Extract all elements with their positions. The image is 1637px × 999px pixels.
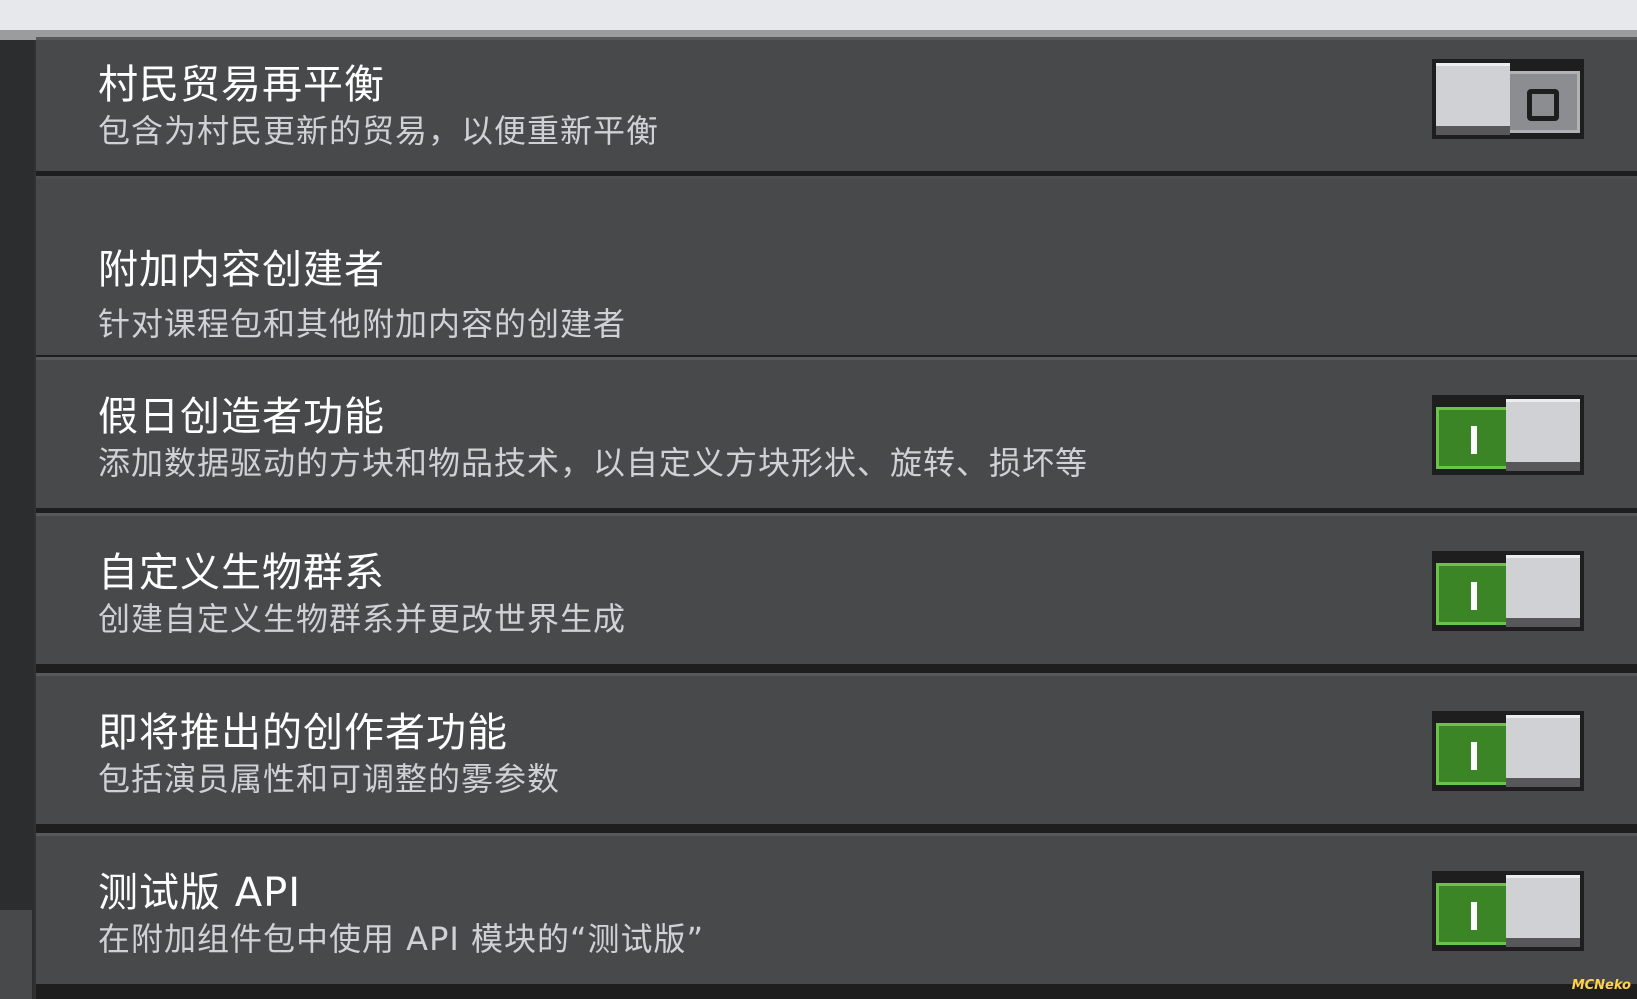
toggle-knob — [1506, 715, 1580, 787]
setting-description: 添加数据驱动的方块和物品技术，以自定义方块形状、旋转、损坏等 — [98, 444, 1089, 482]
toggle-off-icon — [1527, 89, 1559, 121]
top-strip — [0, 0, 1637, 30]
left-rail — [0, 40, 34, 999]
setting-row-holiday-creator-features: 假日创造者功能 添加数据驱动的方块和物品技术，以自定义方块形状、旋转、损坏等 — [36, 357, 1637, 508]
toggle-knob — [1506, 875, 1580, 947]
experimental-settings-list: 村民贸易再平衡 包含为村民更新的贸易，以便重新平衡 附加内容创建者 针对课程包和… — [36, 37, 1637, 999]
toggle-knob — [1436, 63, 1510, 135]
setting-title: 自定义生物群系 — [98, 550, 385, 596]
toggle-track — [1436, 407, 1506, 469]
setting-description: 包括演员属性和可调整的雾参数 — [98, 760, 561, 798]
setting-title: 即将推出的创作者功能 — [98, 710, 508, 756]
setting-row-upcoming-creator-features: 即将推出的创作者功能 包括演员属性和可调整的雾参数 — [36, 673, 1637, 824]
toggle-track — [1436, 723, 1506, 785]
toggle-on-icon — [1471, 902, 1477, 930]
setting-description: 包含为村民更新的贸易，以便重新平衡 — [98, 112, 660, 150]
setting-description: 在附加组件包中使用 API 模块的“测试版” — [98, 920, 705, 958]
setting-description: 针对课程包和其他附加内容的创建者 — [98, 305, 627, 343]
setting-title: 假日创造者功能 — [98, 394, 385, 440]
custom-biomes-toggle[interactable] — [1432, 551, 1584, 631]
upcoming-creator-features-toggle[interactable] — [1432, 711, 1584, 791]
watermark: MCNeko — [1571, 978, 1631, 993]
setting-row-custom-biomes: 自定义生物群系 创建自定义生物群系并更改世界生成 — [36, 513, 1637, 664]
setting-description: 创建自定义生物群系并更改世界生成 — [98, 600, 627, 638]
toggle-on-icon — [1471, 742, 1477, 770]
left-rail-lower — [0, 910, 32, 999]
toggle-on-icon — [1471, 582, 1477, 610]
toggle-track — [1436, 883, 1506, 945]
villager-trade-rebalancing-toggle[interactable] — [1432, 59, 1584, 139]
setting-title: 村民贸易再平衡 — [98, 62, 385, 108]
toggle-track — [1508, 71, 1580, 133]
setting-row-beta-apis: 测试版 API 在附加组件包中使用 API 模块的“测试版” — [36, 833, 1637, 984]
toggle-knob — [1506, 399, 1580, 471]
toggle-track — [1436, 563, 1506, 625]
setting-title: 附加内容创建者 — [98, 247, 385, 293]
setting-row-addon-creators: 附加内容创建者 针对课程包和其他附加内容的创建者 — [36, 176, 1637, 355]
setting-title: 测试版 API — [98, 870, 301, 916]
holiday-creator-features-toggle[interactable] — [1432, 395, 1584, 475]
setting-row-villager-trade-rebalancing: 村民贸易再平衡 包含为村民更新的贸易，以便重新平衡 — [36, 37, 1637, 171]
toggle-on-icon — [1471, 426, 1477, 454]
beta-apis-toggle[interactable] — [1432, 871, 1584, 951]
toggle-knob — [1506, 555, 1580, 627]
